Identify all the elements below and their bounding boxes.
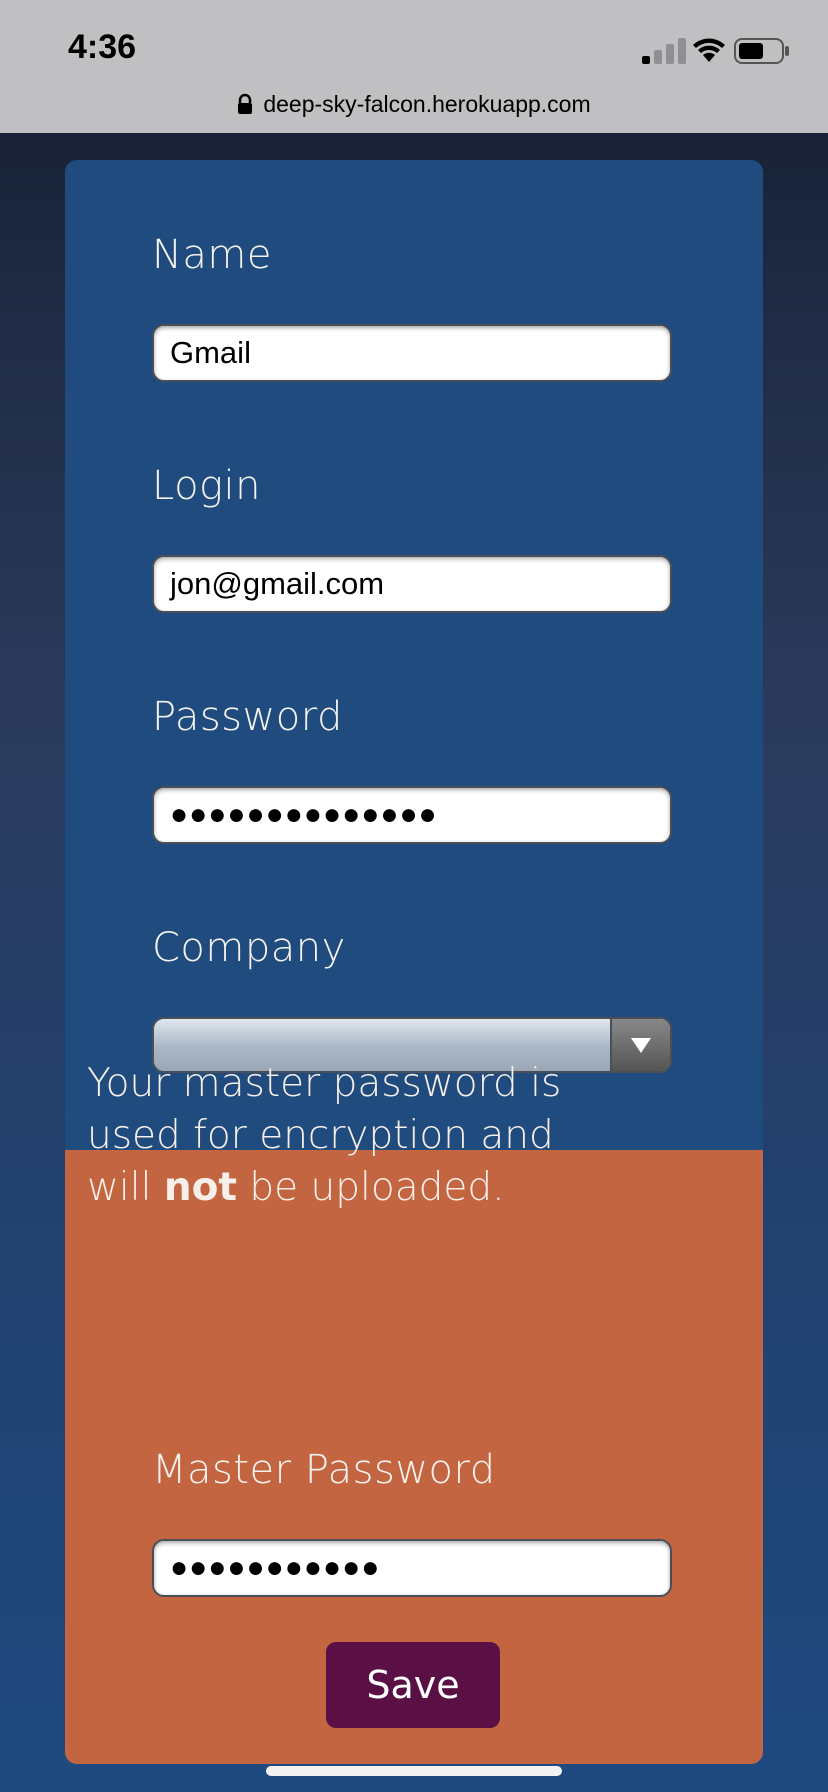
entry-details-panel: Name Gmail Login jon@gmail.com Password … [65, 160, 763, 1150]
login-input-value: jon@gmail.com [170, 566, 385, 601]
status-icons [642, 36, 792, 66]
battery-icon [734, 38, 789, 64]
chevron-down-icon [631, 1038, 651, 1053]
password-label: Password [152, 694, 343, 740]
master-password-input[interactable]: ●●●●●●●●●●● [152, 1539, 672, 1597]
login-input[interactable]: jon@gmail.com [152, 555, 672, 613]
encryption-notice: Your master password is used for encrypt… [87, 1058, 627, 1214]
name-input-value: Gmail [170, 335, 251, 370]
login-label: Login [152, 463, 262, 509]
name-label: Name [152, 232, 273, 278]
notice-text-2: be uploaded. [237, 1165, 505, 1210]
master-password-label: Master Password [152, 1447, 496, 1493]
wifi-icon [693, 38, 725, 62]
save-button[interactable]: Save [326, 1642, 500, 1728]
password-entry-card: Name Gmail Login jon@gmail.com Password … [65, 160, 763, 1764]
lock-icon [238, 93, 253, 114]
master-password-value: ●●●●●●●●●●● [170, 1551, 381, 1584]
status-time: 4:36 [68, 28, 137, 66]
cellular-signal-icon [642, 38, 686, 64]
home-indicator[interactable] [266, 1766, 562, 1776]
notice-emphasis: not [163, 1165, 238, 1210]
password-input[interactable]: ●●●●●●●●●●●●●● [152, 786, 672, 844]
page-url: deep-sky-falcon.herokuapp.com [263, 90, 591, 117]
ios-status-bar: 4:36 deep-sky-falcon.herokuapp.com [0, 0, 828, 133]
password-input-value: ●●●●●●●●●●●●●● [170, 798, 438, 831]
name-input[interactable]: Gmail [152, 324, 672, 382]
company-label: Company [152, 925, 346, 971]
address-bar[interactable]: deep-sky-falcon.herokuapp.com [0, 86, 828, 122]
